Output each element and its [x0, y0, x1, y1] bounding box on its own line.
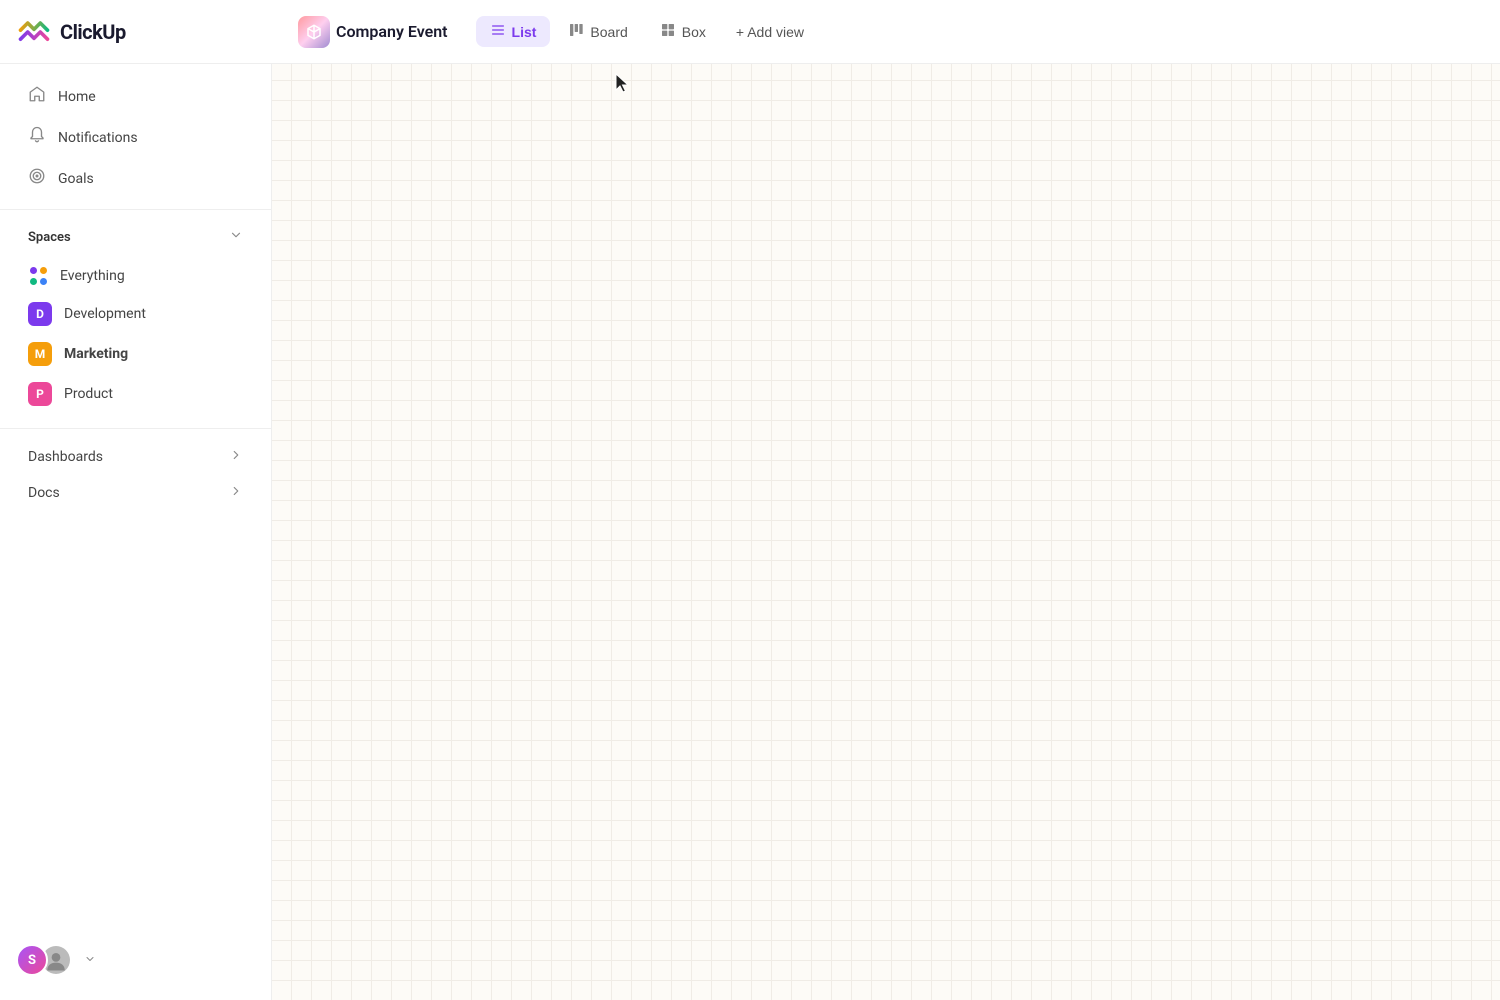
spaces-list: Everything D Development M Marketing P [0, 254, 271, 418]
goals-icon [28, 167, 46, 190]
board-icon [568, 22, 584, 41]
sidebar-item-dashboards[interactable]: Dashboards [8, 439, 263, 475]
sidebar: Home Notifications Goals [0, 64, 272, 1000]
marketing-avatar: M [28, 342, 52, 366]
user-area[interactable]: S [0, 932, 271, 988]
sidebar-item-notifications[interactable]: Notifications [8, 117, 263, 158]
sidebar-item-everything[interactable]: Everything [8, 258, 263, 294]
clickup-logo-icon [16, 14, 52, 50]
user-chevron-icon [84, 953, 96, 968]
sidebar-item-home[interactable]: Home [8, 76, 263, 117]
sidebar-item-docs[interactable]: Docs [8, 475, 263, 511]
sidebar-item-goals[interactable]: Goals [8, 158, 263, 199]
avatar-group: S [16, 944, 72, 976]
everything-dots-icon [28, 266, 48, 286]
sidebar-item-development[interactable]: D Development [8, 294, 263, 334]
tab-board[interactable]: Board [554, 16, 641, 47]
logo-text: ClickUp [60, 20, 126, 44]
sidebar-item-product[interactable]: P Product [8, 374, 263, 414]
development-avatar: D [28, 302, 52, 326]
main-content [272, 64, 1500, 1000]
view-tabs: List Board Box [476, 16, 816, 47]
project-header: Company Event [298, 16, 448, 48]
bell-icon [28, 126, 46, 149]
main-layout: Home Notifications Goals [0, 64, 1500, 1000]
tab-list[interactable]: List [476, 16, 551, 47]
chevron-down-icon [229, 228, 243, 246]
topbar: ClickUp Company Event List [0, 0, 1500, 64]
add-view-button[interactable]: + Add view [724, 18, 816, 46]
list-icon [490, 22, 506, 41]
sidebar-divider-2 [0, 428, 271, 429]
sidebar-divider-1 [0, 209, 271, 210]
chevron-right-icon-2 [229, 484, 243, 502]
box-icon [305, 23, 323, 41]
project-title: Company Event [336, 22, 448, 41]
tab-box[interactable]: Box [646, 16, 720, 47]
spaces-section-header[interactable]: Spaces [8, 220, 263, 254]
sidebar-item-marketing[interactable]: M Marketing [8, 334, 263, 374]
chevron-right-icon [229, 448, 243, 466]
home-icon [28, 85, 46, 108]
logo-area: ClickUp [16, 14, 286, 50]
project-icon-wrapper [298, 16, 330, 48]
product-avatar: P [28, 382, 52, 406]
user-avatar-s: S [16, 944, 48, 976]
box-view-icon [660, 22, 676, 41]
